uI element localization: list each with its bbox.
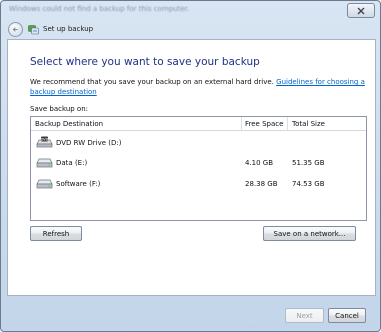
column-header-destination[interactable]: Backup Destination	[35, 120, 103, 128]
refresh-button[interactable]: Refresh	[30, 226, 82, 241]
destination-name: Software (F:)	[56, 180, 101, 188]
close-icon	[357, 7, 365, 14]
description-sentence: We recommend that you save your backup o…	[30, 78, 274, 86]
back-arrow-icon	[12, 27, 18, 32]
description-text: We recommend that you save your backup o…	[30, 77, 365, 97]
column-divider[interactable]	[241, 117, 242, 130]
dialog-footer: Next Cancel	[1, 295, 380, 331]
backup-app-icon	[28, 25, 39, 35]
content-panel: Select where you want to save your backu…	[7, 39, 376, 296]
dvd-drive-icon: DVD	[36, 136, 53, 148]
destination-name: Data (E:)	[56, 159, 88, 167]
back-button[interactable]	[8, 22, 23, 37]
backup-destination-table: Backup Destination Free Space Total Size…	[30, 116, 367, 221]
column-header-free-space[interactable]: Free Space	[245, 120, 283, 128]
hard-drive-icon	[36, 158, 53, 168]
setup-backup-window: Windows could not find a backup for this…	[0, 0, 381, 332]
total-size: 51.35 GB	[292, 159, 325, 167]
navigation-bar: Set up backup	[1, 21, 380, 38]
save-backup-label: Save backup on:	[30, 105, 89, 113]
free-space: 4.10 GB	[245, 159, 274, 167]
window-title: Windows could not find a backup for this…	[9, 5, 190, 13]
hard-drive-icon	[36, 179, 53, 189]
table-row[interactable]: Software (F:) 28.38 GB 74.53 GB	[31, 174, 366, 194]
main-heading: Select where you want to save your backu…	[30, 56, 260, 68]
cancel-button[interactable]: Cancel	[328, 308, 366, 323]
page-title: Set up backup	[43, 25, 94, 33]
total-size: 74.53 GB	[292, 180, 325, 188]
save-on-network-button[interactable]: Save on a network...	[263, 226, 356, 241]
title-bar: Windows could not find a backup for this…	[1, 1, 380, 21]
table-row[interactable]: DVD DVD RW Drive (D:)	[31, 133, 366, 153]
column-divider[interactable]	[287, 117, 288, 130]
column-header-total-size[interactable]: Total Size	[292, 120, 325, 128]
free-space: 28.38 GB	[245, 180, 278, 188]
table-header: Backup Destination Free Space Total Size	[31, 117, 366, 131]
svg-text:DVD: DVD	[41, 137, 49, 141]
table-row[interactable]: Data (E:) 4.10 GB 51.35 GB	[31, 153, 366, 173]
close-button[interactable]	[347, 3, 375, 18]
next-button[interactable]: Next	[285, 308, 324, 323]
destination-name: DVD RW Drive (D:)	[56, 139, 122, 147]
